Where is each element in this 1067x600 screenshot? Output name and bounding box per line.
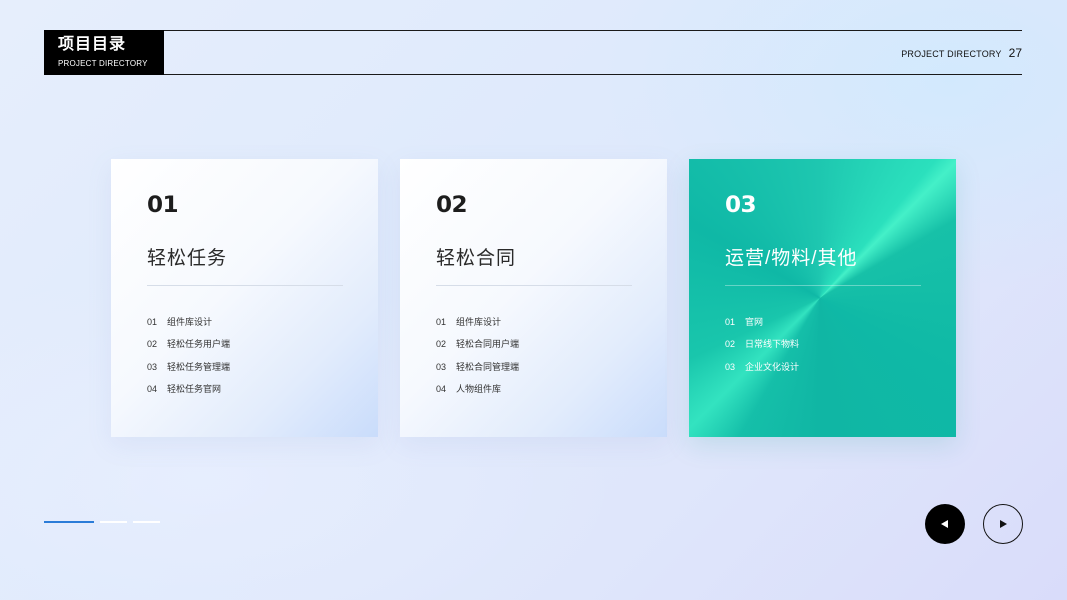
header-section-label: PROJECT DIRECTORY (901, 49, 1002, 59)
list-item: 02 日常线下物料 (725, 333, 920, 355)
item-index: 01 (147, 317, 158, 327)
item-index: 03 (147, 361, 158, 372)
triangle-right-icon (998, 519, 1008, 529)
item-index: 04 (147, 383, 158, 394)
item-label: 组件库设计 (456, 317, 502, 327)
item-index: 02 (147, 339, 158, 350)
item-index: 01 (725, 317, 736, 327)
progress-segment[interactable] (133, 521, 160, 523)
item-label: 轻松任务官网 (167, 383, 222, 394)
item-index: 02 (436, 339, 447, 350)
list-item: 02 轻松合同用户端 (436, 333, 631, 355)
list-item: 04 轻松任务官网 (147, 378, 342, 400)
list-item: 01 组件库设计 (436, 311, 631, 333)
list-item: 01 组件库设计 (147, 311, 342, 333)
item-label: 日常线下物料 (745, 339, 800, 350)
card-item-list: 01 组件库设计 02 轻松任务用户端 03 轻松任务管理端 04 轻松任务官网 (147, 311, 342, 400)
progress-segment[interactable] (100, 521, 127, 523)
item-label: 人物组件库 (456, 383, 502, 394)
project-card-3[interactable]: 03 运营/物料/其他 01 官网 02 日常线下物料 03 企业文化设计 (689, 159, 956, 437)
header-bottom-rule (44, 74, 1022, 75)
list-item: 03 企业文化设计 (725, 356, 920, 378)
project-card-1[interactable]: 01 轻松任务 01 组件库设计 02 轻松任务用户端 03 轻松任务管理端 04 轻松… (111, 159, 378, 437)
item-index: 01 (436, 317, 447, 327)
item-label: 轻松合同管理端 (456, 361, 520, 372)
prev-button[interactable] (925, 504, 965, 544)
slide-progress (44, 521, 160, 523)
page-number: 27 (1008, 46, 1022, 60)
list-item: 02 轻松任务用户端 (147, 333, 342, 355)
page-title: 项目目录 (58, 36, 127, 53)
item-label: 轻松任务管理端 (167, 361, 231, 372)
card-number: 03 (725, 193, 757, 218)
card-item-list: 01 官网 02 日常线下物料 03 企业文化设计 (725, 311, 920, 378)
card-divider (147, 285, 343, 286)
header-page-info: PROJECT DIRECTORY 27 (901, 46, 1022, 60)
card-title: 轻松任务 (147, 248, 228, 269)
item-index: 02 (725, 339, 736, 350)
item-label: 组件库设计 (167, 317, 213, 327)
next-button[interactable] (983, 504, 1023, 544)
progress-segment-active[interactable] (44, 521, 94, 523)
card-title: 轻松合同 (436, 248, 517, 269)
item-index: 03 (436, 361, 447, 372)
list-item: 01 官网 (725, 311, 920, 333)
list-item: 03 轻松合同管理端 (436, 356, 631, 378)
list-item: 03 轻松任务管理端 (147, 356, 342, 378)
item-index: 03 (725, 361, 736, 372)
card-number: 01 (147, 193, 179, 218)
title-block: 项目目录 PROJECT DIRECTORY (44, 30, 164, 75)
item-label: 企业文化设计 (745, 361, 800, 372)
card-number: 02 (436, 193, 468, 218)
item-label: 轻松合同用户端 (456, 339, 520, 350)
card-item-list: 01 组件库设计 02 轻松合同用户端 03 轻松合同管理端 04 人物组件库 (436, 311, 631, 400)
card-title: 运营/物料/其他 (725, 248, 858, 269)
card-divider (725, 285, 921, 286)
item-label: 轻松任务用户端 (167, 339, 231, 350)
triangle-left-icon (940, 519, 950, 529)
header-top-rule (44, 30, 1022, 31)
page-subtitle: PROJECT DIRECTORY (58, 59, 148, 68)
card-divider (436, 285, 632, 286)
list-item: 04 人物组件库 (436, 378, 631, 400)
item-index: 04 (436, 383, 447, 394)
project-card-2[interactable]: 02 轻松合同 01 组件库设计 02 轻松合同用户端 03 轻松合同管理端 04 人物… (400, 159, 667, 437)
item-label: 官网 (745, 317, 764, 327)
